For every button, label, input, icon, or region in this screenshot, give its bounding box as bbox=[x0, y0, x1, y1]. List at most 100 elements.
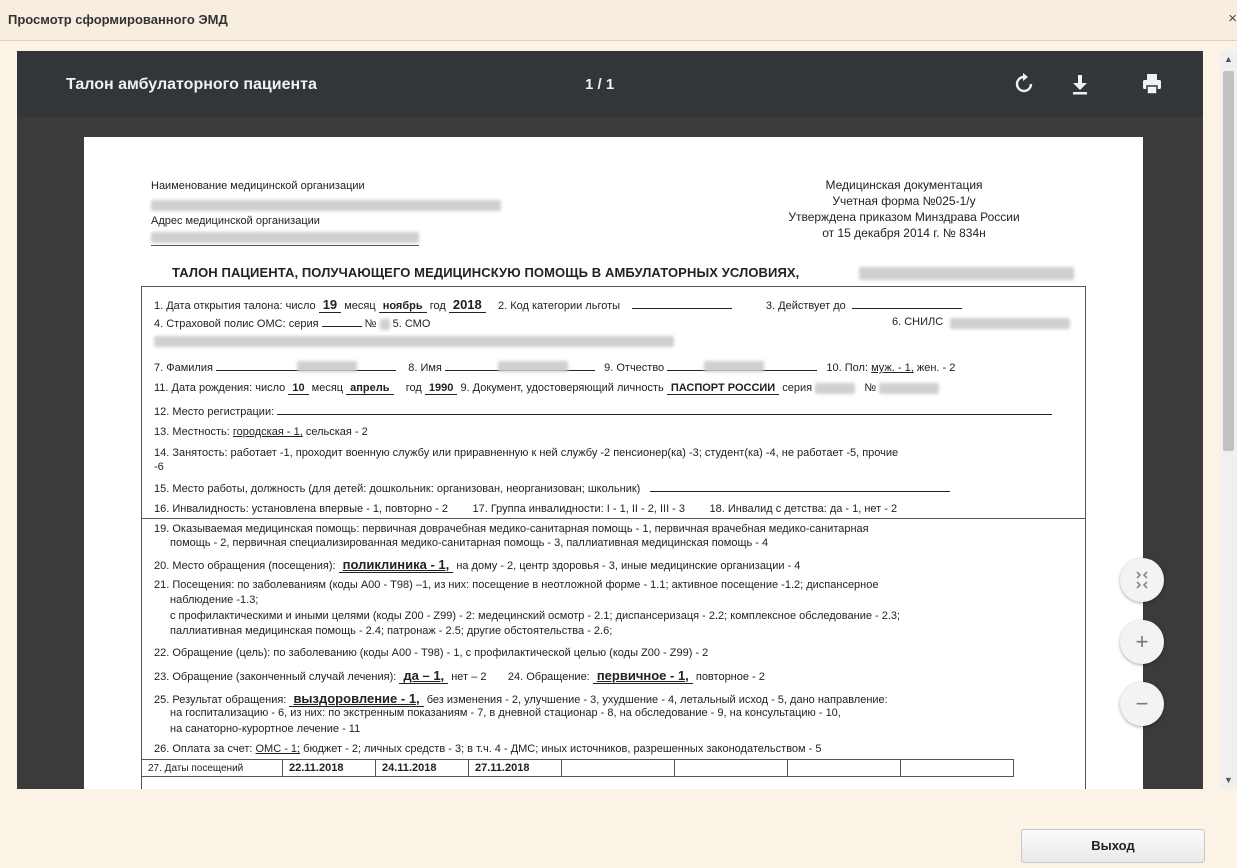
zoom-out-icon[interactable]: − bbox=[1120, 682, 1164, 726]
org-address-label: Адрес медицинской организации bbox=[151, 215, 320, 227]
visit-date-cell-empty bbox=[674, 759, 788, 777]
case-completion-label: 23. Обращение (законченный случай лечени… bbox=[154, 671, 397, 683]
line-12-cont2: с профилактическими и иными целями (коды… bbox=[170, 610, 901, 622]
payment-label: 26. Оплата за счет: bbox=[154, 743, 253, 755]
document-page: Наименование медицинской организации Адр… bbox=[84, 137, 1143, 789]
header-line: Медицинская документация bbox=[825, 178, 983, 192]
locality-urban-option: городская - 1, bbox=[232, 426, 303, 438]
first-name-label: 8. Имя bbox=[408, 362, 442, 374]
pdf-viewer: Талон амбулаторного пациента 1 / 1 Наиме… bbox=[17, 51, 1203, 789]
outcome-label: 25. Результат обращения: bbox=[154, 694, 287, 706]
smo-label: 5. СМО bbox=[392, 318, 431, 330]
appeal-type-label: 24. Обращение: bbox=[507, 671, 590, 683]
line-10: 19. Оказываемая медицинская помощь: перв… bbox=[154, 523, 869, 535]
policy-number-label: № bbox=[364, 318, 377, 330]
org-name-label: Наименование медицинской организации bbox=[151, 180, 365, 192]
payment-other-options: бюджет - 2; личных средств - 3; в т.ч. 4… bbox=[303, 743, 822, 755]
window-titlebar: Просмотр сформированного ЭМД × bbox=[0, 0, 1237, 41]
visit-place-options: на дому - 2, центр здоровья - 3, иные ме… bbox=[456, 560, 801, 572]
table-row: 27. Даты посещений 22.11.2018 24.11.2018… bbox=[141, 759, 1014, 777]
visit-date-cell-empty bbox=[561, 759, 675, 777]
surname-label: 7. Фамилия bbox=[154, 362, 213, 374]
workplace-blank bbox=[649, 481, 950, 492]
birth-year-label: год bbox=[405, 382, 422, 394]
visit-place-label: 20. Место обращения (посещения): bbox=[154, 560, 336, 572]
appeal-repeat-option: повторное - 2 bbox=[695, 671, 765, 683]
id-number-redacted bbox=[879, 382, 940, 394]
line-5: 12. Место регистрации: bbox=[154, 404, 1053, 418]
visit-dates-table: 27. Даты посещений 22.11.2018 24.11.2018… bbox=[141, 759, 1014, 777]
line-15-cont1: на госпитализацию - 6, из них: по экстре… bbox=[170, 707, 841, 719]
close-icon[interactable]: × bbox=[1228, 10, 1237, 27]
exit-button[interactable]: Выход bbox=[1021, 829, 1205, 863]
snils-redacted bbox=[950, 318, 1070, 329]
open-month-value: ноябрь bbox=[378, 300, 427, 313]
line-6: 13. Местность: городская - 1, сельская -… bbox=[154, 426, 368, 438]
first-name-redacted bbox=[498, 361, 568, 372]
benefit-code-label: 2. Код категории льготы bbox=[498, 300, 621, 312]
window-title: Просмотр сформированного ЭМД bbox=[8, 12, 228, 27]
patronymic-label: 9. Отчество bbox=[604, 362, 665, 374]
patronymic-redacted bbox=[704, 361, 764, 372]
header-line: Учетная форма №025-1/у bbox=[832, 194, 976, 208]
id-document-label: 9. Документ, удостоверяющий личность bbox=[460, 382, 664, 394]
fit-page-glyph bbox=[1136, 571, 1148, 589]
gender-female-option: жен. - 2 bbox=[916, 362, 956, 374]
download-icon[interactable] bbox=[1067, 71, 1093, 97]
policy-number-redacted bbox=[379, 318, 390, 330]
fit-page-icon[interactable] bbox=[1120, 558, 1164, 602]
benefit-code-blank bbox=[632, 298, 733, 309]
valid-until-blank bbox=[851, 298, 962, 309]
surname-redacted bbox=[297, 361, 357, 372]
line-15-cont2: на санаторно-курортное лечение - 11 bbox=[170, 723, 361, 735]
open-year-value: 2018 bbox=[448, 297, 486, 313]
workplace-label: 15. Место работы, должность (для детей: … bbox=[154, 483, 641, 495]
disability-label: 16. Инвалидность: установлена впервые - … bbox=[154, 503, 449, 515]
visit-date-cell: 24.11.2018 bbox=[375, 759, 469, 777]
disability-group-label: 17. Группа инвалидности: I - 1, II - 2, … bbox=[472, 503, 686, 515]
scroll-down-icon[interactable]: ▼ bbox=[1220, 772, 1237, 789]
outcome-value: выздоровление - 1, bbox=[289, 691, 424, 707]
form-title-redacted bbox=[859, 267, 1074, 280]
line-4: 11. Дата рождения: число 10 месяц апрель… bbox=[154, 382, 940, 395]
page-indicator: 1 / 1 bbox=[585, 76, 615, 93]
visit-date-cell-empty bbox=[787, 759, 901, 777]
registration-label: 12. Место регистрации: bbox=[154, 406, 275, 418]
visit-dates-label: 27. Даты посещений bbox=[141, 759, 283, 777]
org-name-redacted bbox=[151, 200, 501, 211]
line-12-cont1: наблюдение -1.3; bbox=[170, 594, 259, 606]
year-label: год bbox=[429, 300, 446, 312]
birth-year-value: 1990 bbox=[424, 382, 458, 395]
childhood-disability-label: 18. Инвалид с детства: да - 1, нет - 2 bbox=[709, 503, 898, 515]
scrollbar-thumb[interactable] bbox=[1223, 71, 1234, 451]
scroll-up-icon[interactable]: ▲ bbox=[1220, 51, 1237, 68]
locality-rural-option: сельская - 2 bbox=[305, 426, 368, 438]
line-10-cont: помощь - 2, первичная специализированная… bbox=[170, 537, 769, 549]
visit-date-cell: 27.11.2018 bbox=[468, 759, 562, 777]
birth-month-value: апрель bbox=[346, 382, 394, 395]
print-icon[interactable] bbox=[1139, 71, 1165, 97]
header-line: Утверждена приказом Минздрава России bbox=[788, 210, 1020, 224]
line-2: 4. Страховой полис ОМС: серия № 5. СМО bbox=[154, 316, 430, 330]
line-13: 22. Обращение (цель): по заболеванию (ко… bbox=[154, 647, 709, 659]
visit-place-value: поликлиника - 1, bbox=[338, 557, 454, 573]
id-series-label: серия bbox=[782, 382, 813, 394]
zoom-in-icon[interactable]: + bbox=[1120, 620, 1164, 664]
section-divider bbox=[141, 518, 1085, 519]
valid-until-label: 3. Действует до bbox=[765, 300, 846, 312]
rotate-icon[interactable] bbox=[1011, 71, 1037, 97]
open-date-label: 1. Дата открытия талона: число bbox=[154, 300, 316, 312]
line-12: 21. Посещения: по заболеваниям (коды А00… bbox=[154, 579, 879, 591]
viewer-scrollbar[interactable]: ▲ ▼ bbox=[1220, 51, 1237, 789]
snils-label: 6. СНИЛС bbox=[892, 316, 944, 328]
header-line: от 15 декабря 2014 г. № 834н bbox=[822, 226, 986, 240]
case-completion-value: да – 1, bbox=[399, 668, 449, 684]
month-label: месяц bbox=[344, 300, 376, 312]
gender-label: 10. Пол: bbox=[826, 362, 869, 374]
policy-series-label: 4. Страховой полис ОМС: серия bbox=[154, 318, 319, 330]
line-7-cont: -6 bbox=[154, 461, 164, 473]
locality-label: 13. Местность: bbox=[154, 426, 230, 438]
visit-date-cell-empty bbox=[900, 759, 1014, 777]
line-12-cont3: паллиативная медицинская помощь - 2.4; п… bbox=[170, 625, 613, 637]
org-address-redacted bbox=[151, 232, 419, 243]
